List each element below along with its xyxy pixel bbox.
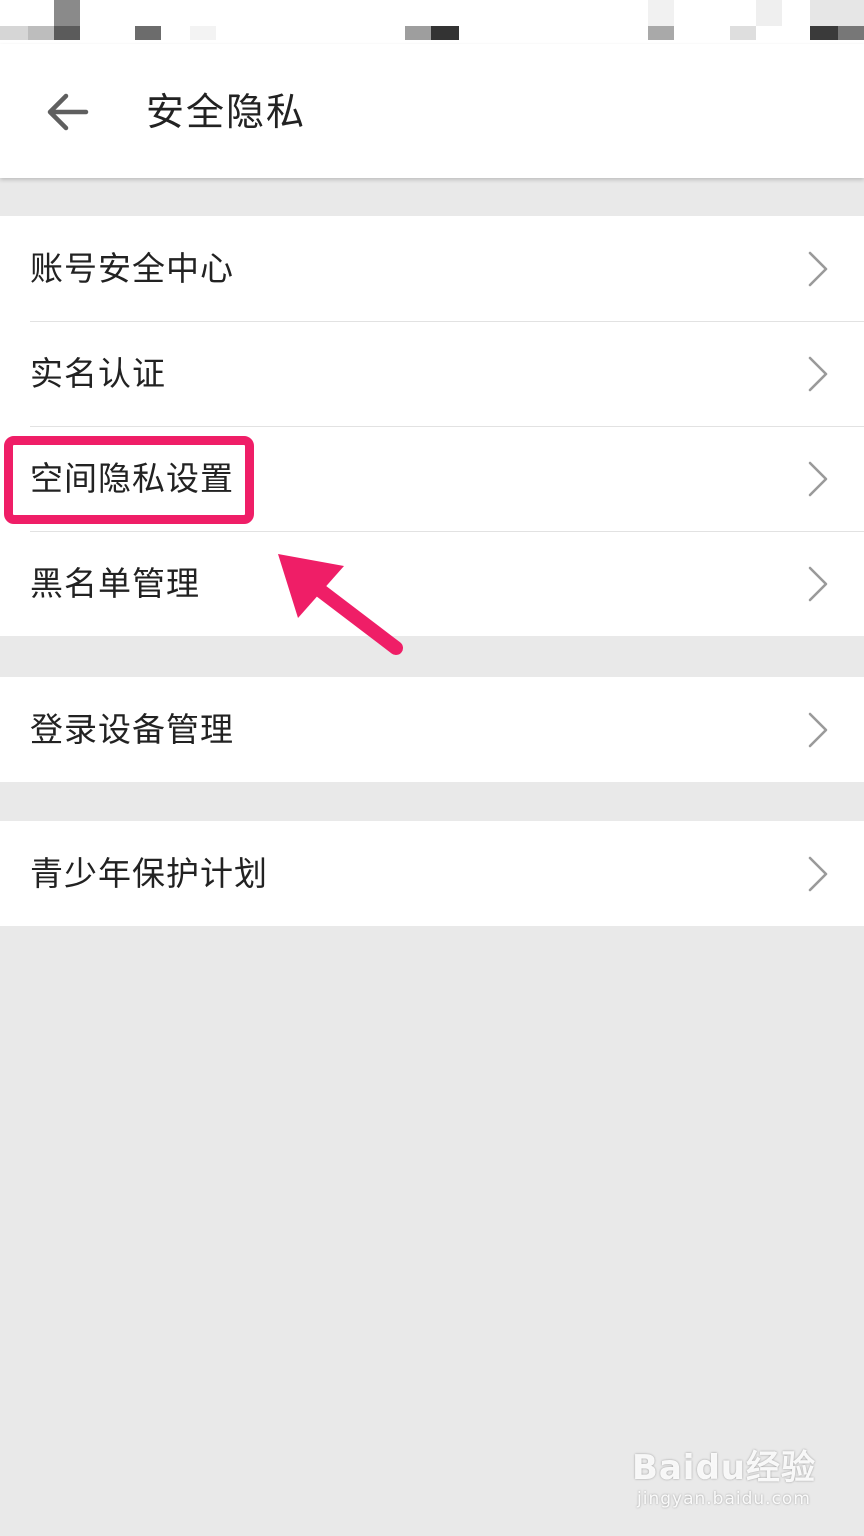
watermark-logo: Baidu经验 bbox=[631, 1448, 816, 1488]
list-item-real-name-verification[interactable]: 实名认证 bbox=[0, 321, 864, 426]
list-item-blacklist-management[interactable]: 黑名单管理 bbox=[0, 531, 864, 636]
settings-group-devices: 登录设备管理 bbox=[0, 677, 864, 782]
chevron-right-icon bbox=[806, 460, 830, 498]
chevron-right-icon bbox=[806, 855, 830, 893]
chevron-right-icon bbox=[806, 250, 830, 288]
page-title: 安全隐私 bbox=[146, 90, 307, 134]
list-item-label: 空间隐私设置 bbox=[30, 459, 234, 498]
settings-group-security: 账号安全中心 实名认证 空间隐私设置 黑名单管理 bbox=[0, 216, 864, 636]
chevron-right-icon bbox=[806, 565, 830, 603]
settings-group-youth: 青少年保护计划 bbox=[0, 821, 864, 926]
chevron-right-icon bbox=[806, 355, 830, 393]
list-item-space-privacy-settings[interactable]: 空间隐私设置 bbox=[0, 426, 864, 531]
baidu-jingyan-watermark: Baidu经验 jingyan.baidu.com bbox=[632, 1448, 816, 1510]
app-header: 安全隐私 bbox=[0, 44, 864, 178]
list-item-label: 实名认证 bbox=[30, 354, 166, 393]
list-item-label: 青少年保护计划 bbox=[30, 854, 268, 893]
list-item-label: 黑名单管理 bbox=[30, 564, 200, 603]
arrow-left-icon bbox=[40, 84, 96, 140]
list-item-account-security-center[interactable]: 账号安全中心 bbox=[0, 216, 864, 321]
list-item-youth-protection-plan[interactable]: 青少年保护计划 bbox=[0, 821, 864, 926]
watermark-url: jingyan.baidu.com bbox=[637, 1489, 811, 1509]
status-bar bbox=[0, 0, 864, 44]
list-item-label: 登录设备管理 bbox=[30, 710, 234, 749]
chevron-right-icon bbox=[806, 711, 830, 749]
list-item-label: 账号安全中心 bbox=[30, 249, 234, 288]
list-item-login-device-management[interactable]: 登录设备管理 bbox=[0, 677, 864, 782]
back-button[interactable] bbox=[40, 84, 96, 140]
